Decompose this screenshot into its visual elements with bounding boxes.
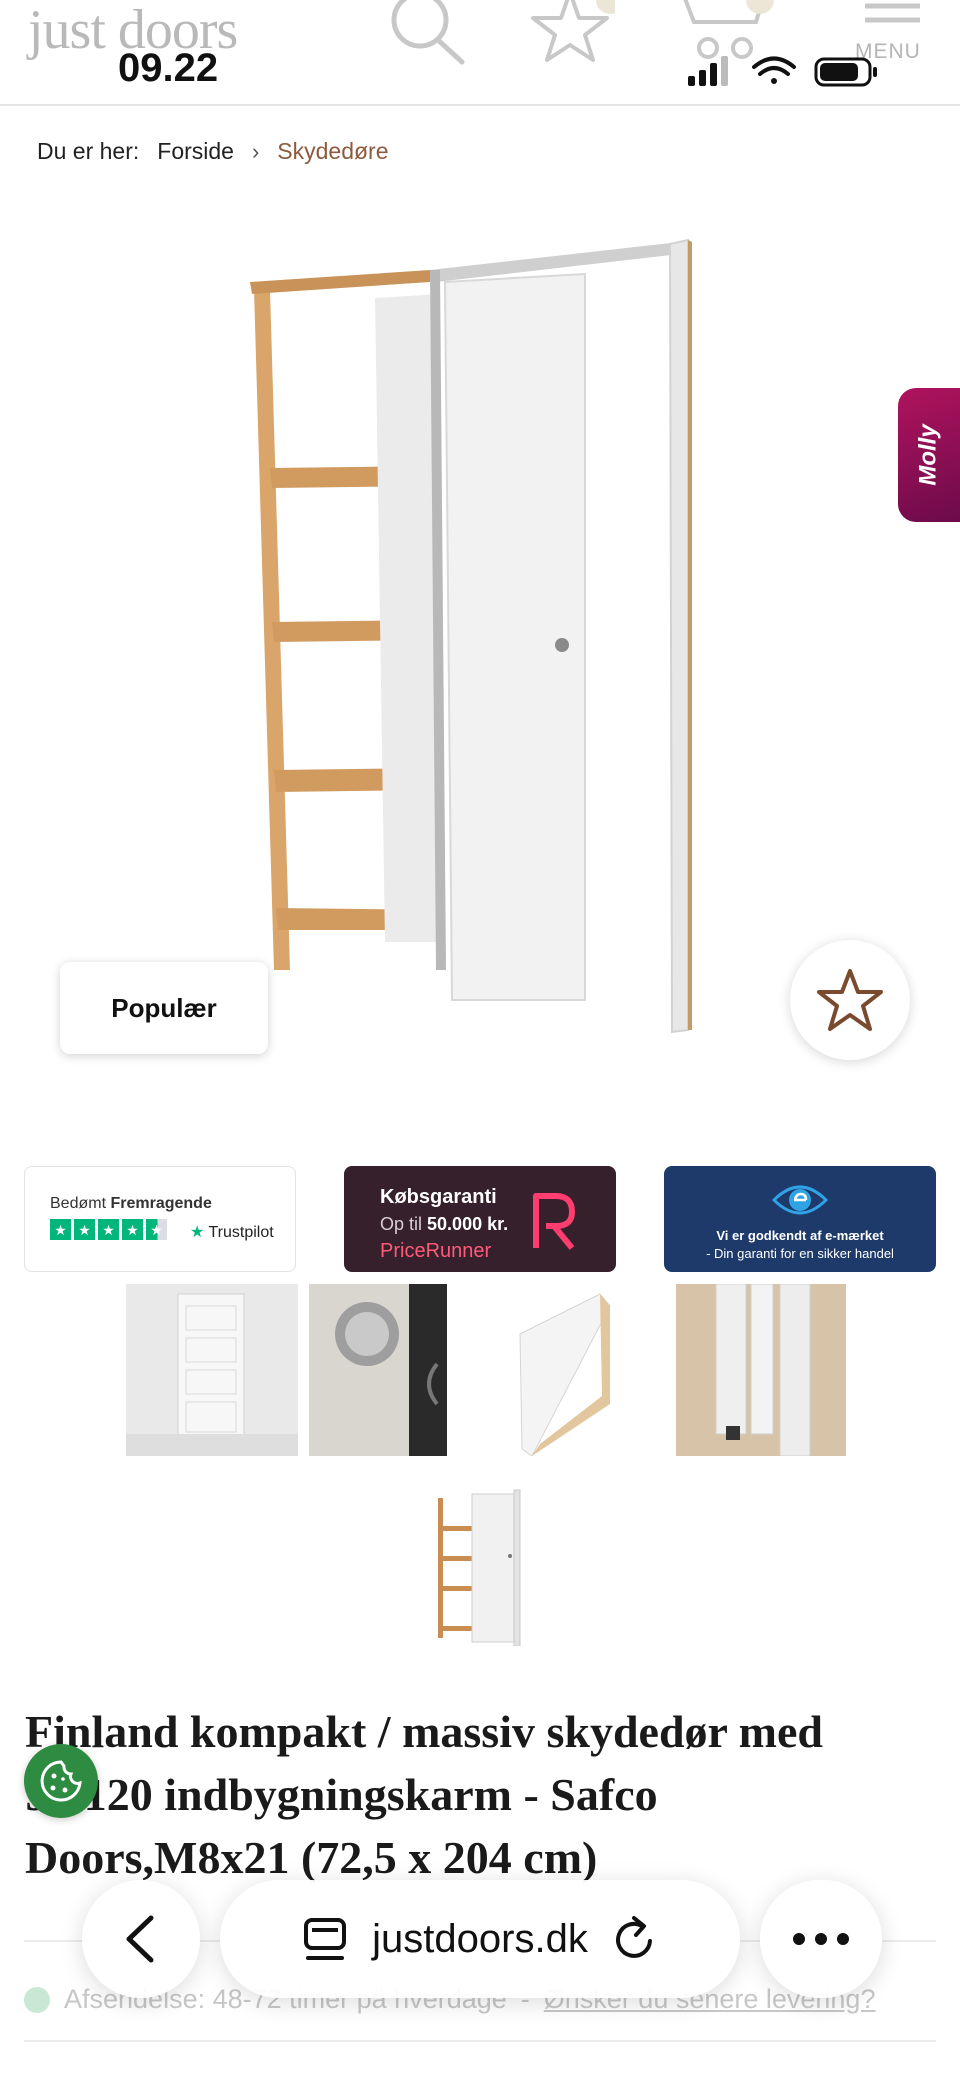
browser-toolbar: justdoors.dk [82, 1880, 882, 1998]
trustpilot-logo: ★ Trustpilot [190, 1224, 274, 1241]
popular-badge: Populær [60, 962, 268, 1054]
pricerunner-subtitle: Op til 50.000 kr. [380, 1214, 509, 1234]
add-to-favorites-button[interactable] [790, 940, 910, 1060]
trustpilot-stars: ★ ★ ★ ★ ★ [50, 1219, 167, 1240]
availability-dot-icon [24, 1986, 50, 2013]
pricerunner-brand: PriceRunner [380, 1240, 492, 1262]
star-outline-icon [817, 969, 883, 1031]
emaerket-eye-icon [771, 1185, 829, 1215]
thumbnail-rail[interactable] [676, 1284, 846, 1456]
breadcrumb-separator: › [251, 138, 260, 164]
thumbnail-handle[interactable] [309, 1284, 447, 1456]
tabs-icon [304, 1918, 347, 1960]
product-title: Finland kompakt / massiv skydedør med 95… [25, 1706, 823, 1883]
reload-icon[interactable] [612, 1914, 658, 1964]
star-icon: ★ [98, 1219, 119, 1240]
search-icon[interactable] [380, 0, 470, 70]
chevron-left-icon [126, 1915, 154, 1963]
thumbnail-door-edge[interactable] [510, 1284, 632, 1456]
pricerunner-logo-icon [533, 1193, 575, 1250]
hamburger-icon[interactable] [860, 0, 930, 30]
status-indicators [688, 56, 877, 87]
half-star-icon: ★ [146, 1219, 167, 1240]
chat-widget-label: Molly [915, 424, 942, 486]
trustpilot-rating-text: Bedømt Fremragende [50, 1195, 212, 1212]
thumbnail-frame[interactable] [430, 1486, 530, 1646]
emaerket-line2: - Din garanti for en sikker handel [706, 1246, 894, 1261]
url-text[interactable]: justdoors.dk [372, 1917, 588, 1962]
wifi-icon [752, 56, 796, 84]
address-bar[interactable]: justdoors.dk [220, 1880, 740, 1998]
thumbnail-door-white[interactable] [126, 1284, 298, 1456]
emaerket-badge[interactable]: Vi er godkendt af e-mærket - Din garanti… [664, 1166, 936, 1272]
divider [24, 2040, 936, 2042]
status-clock: 09.22 [118, 46, 219, 90]
trustpilot-badge[interactable]: Bedømt Fremragende ★ ★ ★ ★ ★ ★ Trustpilo… [24, 1166, 296, 1272]
signal-icon [688, 56, 728, 86]
pricerunner-badge[interactable]: Købsgaranti Op til 50.000 kr. PriceRunne… [344, 1166, 616, 1272]
breadcrumb-item-home[interactable]: Forside [157, 138, 234, 165]
pricerunner-title: Købsgaranti [380, 1186, 497, 1208]
star-icon: ★ [50, 1219, 71, 1240]
site-header: just doors 09.22 MENU [0, 0, 960, 106]
star-icon[interactable] [525, 0, 615, 70]
browser-back-button[interactable] [82, 1880, 200, 1998]
breadcrumb: Du er her: Forside › Skydedøre [37, 138, 389, 165]
cookie-icon [40, 1760, 82, 1802]
cookie-settings-button[interactable] [24, 1744, 98, 1818]
product-image[interactable] [240, 230, 710, 1050]
more-dots-icon [793, 1933, 849, 1945]
emaerket-line1: Vi er godkendt af e-mærket [716, 1228, 884, 1243]
breadcrumb-prefix: Du er her: [37, 138, 140, 164]
browser-more-button[interactable] [760, 1880, 882, 1998]
star-icon: ★ [122, 1219, 143, 1240]
breadcrumb-item-sliding-doors[interactable]: Skydedøre [277, 138, 388, 165]
star-icon: ★ [74, 1219, 95, 1240]
chat-widget-tab[interactable]: Molly [898, 388, 960, 522]
battery-icon [814, 57, 877, 87]
